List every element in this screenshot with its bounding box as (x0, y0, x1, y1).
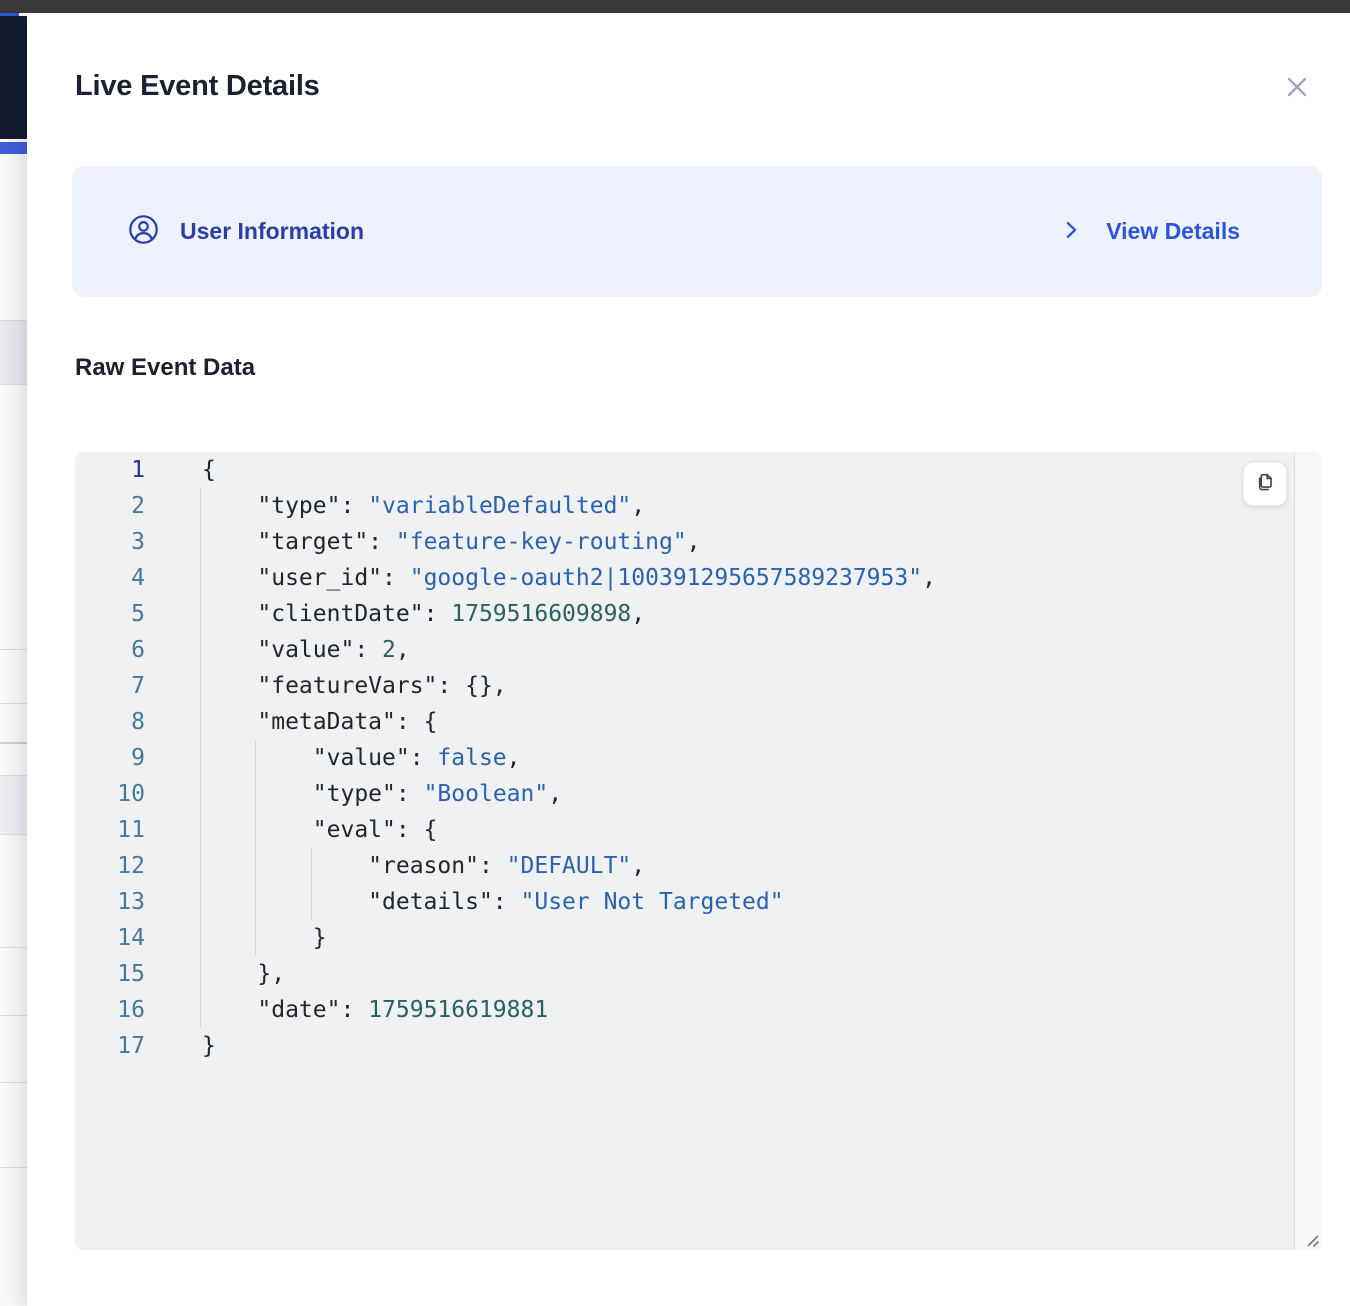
user-information-label: User Information (180, 218, 364, 245)
line-content: "date": 1759516619881 (145, 992, 548, 1028)
code-line: 5 "clientDate": 1759516609898, (75, 596, 1294, 632)
background-row-divider (0, 1082, 27, 1083)
code-line: 10 "type": "Boolean", (75, 776, 1294, 812)
line-content: "clientDate": 1759516609898, (145, 596, 645, 632)
code-line: 9 "value": false, (75, 740, 1294, 776)
line-content: "reason": "DEFAULT", (145, 848, 645, 884)
resize-handle-icon[interactable] (1302, 1230, 1320, 1248)
close-button[interactable] (1279, 70, 1315, 106)
code-line: 16 "date": 1759516619881 (75, 992, 1294, 1028)
line-number: 13 (75, 884, 145, 920)
line-number: 10 (75, 776, 145, 812)
view-details-label: View Details (1106, 218, 1240, 245)
line-content: "value": 2, (145, 632, 410, 668)
line-number: 2 (75, 488, 145, 524)
page-title: Live Event Details (75, 68, 320, 104)
code-line: 2 "type": "variableDefaulted", (75, 488, 1294, 524)
line-content: "type": "variableDefaulted", (145, 488, 645, 524)
code-line: 13 "details": "User Not Targeted" (75, 884, 1294, 920)
line-content: "details": "User Not Targeted" (145, 884, 784, 920)
user-circle-icon (128, 214, 159, 250)
line-content: } (145, 920, 327, 956)
raw-event-data-heading: Raw Event Data (75, 353, 255, 383)
line-number: 12 (75, 848, 145, 884)
line-content: "type": "Boolean", (145, 776, 562, 812)
line-content: "value": false, (145, 740, 521, 776)
code-line: 15 }, (75, 956, 1294, 992)
background-row-divider (0, 742, 27, 744)
code-line: 12 "reason": "DEFAULT", (75, 848, 1294, 884)
line-number: 4 (75, 560, 145, 596)
line-content: }, (145, 956, 285, 992)
line-number: 5 (75, 596, 145, 632)
line-content: } (145, 1028, 216, 1064)
code-line: 1{ (75, 452, 1294, 488)
view-details-button[interactable]: View Details (1060, 218, 1240, 245)
code-line: 14 } (75, 920, 1294, 956)
code-line: 7 "featureVars": {}, (75, 668, 1294, 704)
copy-button[interactable] (1243, 462, 1287, 506)
line-content: "metaData": { (145, 704, 437, 740)
editor-right-gutter (1294, 452, 1322, 1250)
sidebar-strip (0, 16, 27, 139)
line-content: { (145, 452, 216, 488)
code-lines: 1{2 "type": "variableDefaulted",3 "targe… (75, 452, 1294, 1064)
line-content: "eval": { (145, 812, 437, 848)
screen: Live Event Details User Information (0, 0, 1350, 1306)
background-table-band (0, 775, 27, 835)
line-number: 14 (75, 920, 145, 956)
background-row-divider (0, 1015, 27, 1016)
code-line: 4 "user_id": "google-oauth2|100391295657… (75, 560, 1294, 596)
code-line: 11 "eval": { (75, 812, 1294, 848)
code-line: 17} (75, 1028, 1294, 1064)
line-number: 7 (75, 668, 145, 704)
sidebar-active-indicator (0, 142, 27, 154)
raw-event-code-editor[interactable]: 1{2 "type": "variableDefaulted",3 "targe… (75, 452, 1322, 1250)
line-number: 11 (75, 812, 145, 848)
line-number: 15 (75, 956, 145, 992)
live-event-details-modal: Live Event Details User Information (27, 13, 1350, 1306)
line-content: "featureVars": {}, (145, 668, 507, 704)
copy-icon (1254, 471, 1277, 497)
line-content: "target": "feature-key-routing", (145, 524, 701, 560)
code-line: 3 "target": "feature-key-routing", (75, 524, 1294, 560)
background-page-strip (0, 0, 27, 1306)
background-row-divider (0, 1167, 27, 1168)
background-row-divider (0, 947, 27, 948)
line-number: 16 (75, 992, 145, 1028)
line-number: 6 (75, 632, 145, 668)
line-number: 1 (75, 452, 145, 488)
code-line: 8 "metaData": { (75, 704, 1294, 740)
line-number: 8 (75, 704, 145, 740)
background-row-divider (0, 703, 27, 704)
chevron-right-icon (1060, 219, 1082, 244)
user-information-group: User Information (128, 214, 364, 250)
code-line: 6 "value": 2, (75, 632, 1294, 668)
x-icon (1283, 73, 1311, 104)
line-content: "user_id": "google-oauth2|10039129565758… (145, 560, 936, 596)
background-row-divider (0, 649, 27, 650)
browser-topbar (0, 0, 1350, 13)
background-table-header (0, 320, 27, 385)
user-information-card[interactable]: User Information View Details (72, 166, 1322, 297)
line-number: 9 (75, 740, 145, 776)
line-number: 3 (75, 524, 145, 560)
line-number: 17 (75, 1028, 145, 1064)
